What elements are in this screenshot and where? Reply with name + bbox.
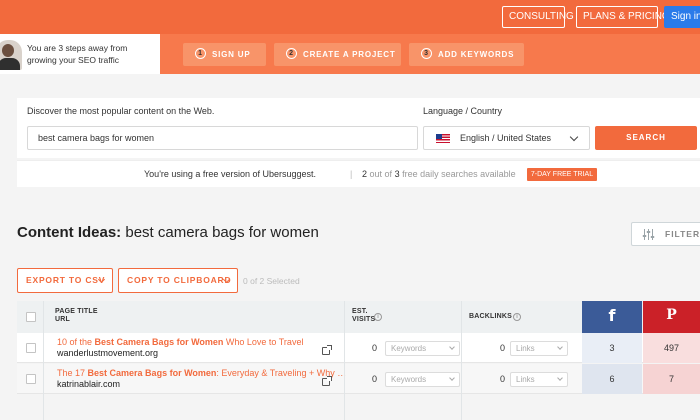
page-title-link[interactable]: 10 of the Best Camera Bags for Women Who… (57, 337, 303, 347)
free-version-notice: You're using a free version of Ubersugge… (17, 160, 700, 187)
step-label: SIGN UP (212, 50, 251, 59)
copy-clipboard-button[interactable]: COPY TO CLIPBOARD (118, 268, 238, 293)
step-create-project[interactable]: 2 CREATE A PROJECT (274, 43, 401, 66)
step-number: 1 (195, 48, 206, 60)
chevron-down-icon (449, 344, 455, 350)
row-checkbox[interactable] (26, 343, 36, 353)
facebook-shares: 6 (582, 364, 642, 394)
column-divider (344, 301, 345, 420)
step-sign-up[interactable]: 1 SIGN UP (183, 43, 266, 66)
page-url: wanderlustmovement.org (57, 348, 159, 358)
links-dropdown[interactable]: Links (510, 341, 568, 356)
est-visits-value: 0 (371, 374, 377, 384)
sign-in-button[interactable]: Sign in (664, 6, 700, 28)
select-all-checkbox[interactable] (26, 312, 36, 322)
selected-count: 0 of 2 Selected (243, 276, 300, 286)
plans-pricing-button[interactable]: PLANS & PRICING (576, 6, 670, 28)
discover-label: Discover the most popular content on the… (27, 106, 215, 116)
est-visits-value: 0 (371, 343, 377, 353)
col-page-title: PAGE TITLE URL (55, 308, 98, 323)
search-panel: Discover the most popular content on the… (17, 98, 700, 158)
step-label: ADD KEYWORDS (438, 50, 515, 59)
page-url: katrinablair.com (57, 379, 121, 389)
keyword-input[interactable] (27, 126, 418, 150)
step-number: 3 (421, 48, 432, 60)
notice-text: You're using a free version of Ubersugge… (144, 169, 316, 179)
column-divider (461, 301, 462, 420)
steps-intro-text: You are 3 steps away from growing your S… (27, 43, 128, 65)
search-count: 2 out of 3 free daily searches available (362, 169, 516, 179)
keywords-dropdown[interactable]: Keywords (385, 341, 460, 356)
step-add-keywords[interactable]: 3 ADD KEYWORDS (409, 43, 524, 66)
export-csv-button[interactable]: EXPORT TO CSV (17, 268, 113, 293)
external-link-icon[interactable] (322, 376, 332, 386)
language-select[interactable]: English / United States (423, 126, 590, 150)
language-label: Language / Country (423, 106, 503, 116)
pinterest-shares: 7 (643, 364, 700, 394)
filter-button[interactable]: FILTER (631, 222, 700, 246)
filter-sliders-icon (642, 229, 655, 240)
backlinks-value: 0 (499, 343, 505, 353)
column-divider (43, 301, 44, 420)
avatar (0, 40, 22, 70)
links-dropdown[interactable]: Links (510, 372, 568, 387)
chevron-down-icon (569, 132, 579, 142)
step-number: 2 (286, 48, 297, 60)
steps-intro: You are 3 steps away from growing your S… (0, 34, 160, 74)
top-nav-bar: CONSULTING PLANS & PRICING Sign in (0, 0, 700, 34)
chevron-down-icon (557, 375, 563, 381)
chevron-down-icon (449, 375, 455, 381)
pinterest-icon: P (666, 307, 677, 323)
onboarding-steps-band: You are 3 steps away from growing your S… (0, 34, 700, 74)
row-checkbox[interactable] (26, 374, 36, 384)
page-title-link[interactable]: The 17 Best Camera Bags for Women: Every… (57, 368, 346, 378)
external-link-icon[interactable] (322, 345, 332, 355)
chevron-down-icon (557, 344, 563, 350)
facebook-column-header[interactable]: f (582, 301, 642, 333)
facebook-icon: f (608, 306, 616, 325)
keywords-dropdown[interactable]: Keywords (385, 372, 460, 387)
step-label: CREATE A PROJECT (303, 50, 396, 59)
free-trial-button[interactable]: 7-DAY FREE TRIAL (527, 168, 597, 181)
filter-label: FILTER (665, 229, 700, 239)
table-row: The 17 Best Camera Bags for Women: Every… (17, 364, 700, 394)
us-flag-icon (436, 134, 450, 143)
info-icon[interactable]: i (513, 313, 521, 321)
pinterest-column-header[interactable]: P (643, 301, 700, 333)
backlinks-value: 0 (499, 374, 505, 384)
col-est-visits: EST. VISITS (352, 308, 376, 323)
table-row: 10 of the Best Camera Bags for Women Who… (17, 333, 700, 363)
search-button[interactable]: SEARCH (595, 126, 697, 150)
col-backlinks: BACKLINKS (469, 313, 513, 320)
info-icon[interactable]: i (374, 313, 382, 321)
facebook-shares: 3 (582, 333, 642, 363)
consulting-button[interactable]: CONSULTING (502, 6, 574, 28)
pinterest-shares: 497 (643, 333, 700, 363)
notice-separator: | (350, 169, 353, 179)
page-title: Content Ideas: best camera bags for wome… (17, 224, 319, 241)
language-value: English / United States (460, 133, 552, 143)
